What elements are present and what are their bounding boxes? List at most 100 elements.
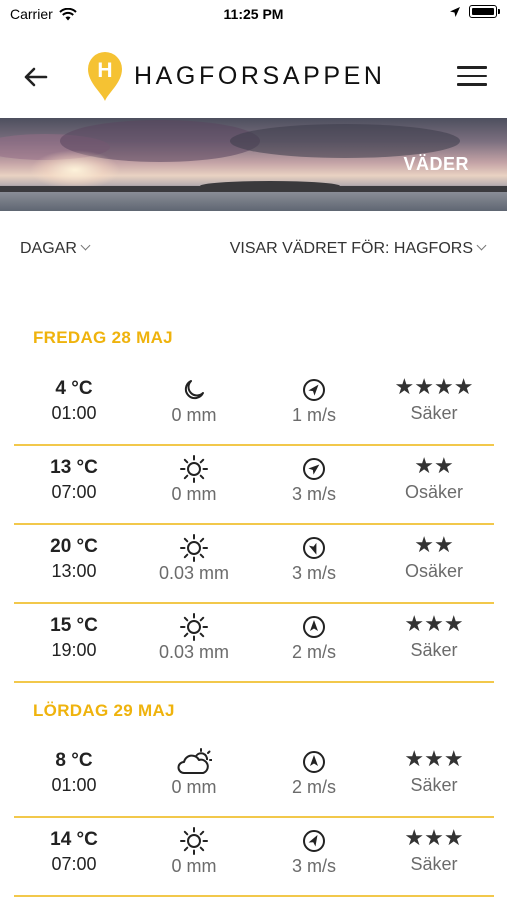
banner-sun [30, 150, 120, 190]
banner-title: VÄDER [403, 154, 469, 174]
back-button[interactable] [18, 60, 52, 94]
filter-bar: DAGAR VISAR VÄDRET FÖR: HAGFORS [0, 238, 507, 266]
app-logo[interactable]: H HAGFORSAPPEN [86, 50, 386, 102]
forecast-time: 01:00 [51, 403, 97, 423]
forecast-row[interactable]: 13 °C 07:00 0 mm 3 m/s ★★ Osäker [14, 447, 494, 525]
precipitation: 0.03 mm [158, 642, 230, 662]
precip-cell: 0 mm [144, 455, 244, 505]
precip-cell: 0 mm [144, 748, 244, 798]
reliability-stars: ★★★★ [394, 374, 474, 399]
sun-icon [144, 827, 244, 855]
wind-speed: 2 m/s [291, 642, 336, 662]
reliability-cell: ★★★ Säker [384, 825, 484, 875]
wind-direction-icon [269, 613, 359, 641]
wind-direction-icon [269, 376, 359, 404]
precipitation: 0 mm [171, 484, 217, 504]
wind-speed: 3 m/s [291, 484, 336, 504]
days-dropdown-label: DAGAR [20, 240, 77, 257]
forecast-row[interactable]: 20 °C 13:00 0.03 mm 3 m/s ★★ Osäker [14, 526, 494, 604]
wind-direction-icon [269, 455, 359, 483]
wind-speed: 3 m/s [291, 563, 336, 583]
reliability-label: Säker [410, 854, 458, 874]
precip-cell: 0 mm [144, 376, 244, 426]
temp-cell: 14 °C 07:00 [34, 827, 114, 875]
wind-speed: 1 m/s [291, 405, 336, 425]
forecast-time: 07:00 [51, 854, 97, 874]
chevron-down-icon [80, 240, 91, 251]
temp-cell: 4 °C 01:00 [34, 376, 114, 424]
menu-line [457, 66, 487, 69]
banner-water [0, 192, 507, 211]
sun-icon [144, 455, 244, 483]
reliability-label: Säker [410, 640, 458, 660]
battery-icon [469, 5, 500, 18]
temp-cell: 8 °C 01:00 [34, 748, 114, 796]
reliability-label: Säker [410, 775, 458, 795]
sun-icon [144, 613, 244, 641]
forecast-row[interactable]: 14 °C 07:00 0 mm 3 m/s ★★★ Säker [14, 819, 494, 897]
precip-cell: 0 mm [144, 827, 244, 877]
temp-cell: 15 °C 19:00 [34, 613, 114, 661]
precipitation: 0.03 mm [158, 563, 230, 583]
precipitation: 0 mm [171, 405, 217, 425]
days-dropdown[interactable]: DAGAR [20, 240, 91, 258]
temperature: 13 °C [50, 457, 98, 478]
forecast-time: 01:00 [51, 775, 97, 795]
forecast-time: 13:00 [51, 561, 97, 581]
banner-cloud [230, 124, 460, 158]
reliability-cell: ★★★ Säker [384, 611, 484, 661]
wind-cell: 2 m/s [269, 748, 359, 798]
weather-banner: VÄDER [0, 118, 507, 211]
top-nav: H HAGFORSAPPEN [0, 44, 507, 110]
temperature: 15 °C [50, 615, 98, 636]
location-dropdown-label: VISAR VÄDRET FÖR: HAGFORS [229, 240, 473, 257]
forecast-row[interactable]: 15 °C 19:00 0.03 mm 2 m/s ★★★ Säker [14, 605, 494, 683]
hamburger-menu-button[interactable] [457, 62, 487, 90]
location-dropdown[interactable]: VISAR VÄDRET FÖR: HAGFORS [229, 240, 487, 258]
menu-line [457, 83, 487, 86]
precip-cell: 0.03 mm [144, 613, 244, 663]
location-arrow-icon [450, 6, 460, 17]
app-title: HAGFORSAPPEN [134, 61, 386, 90]
wind-cell: 3 m/s [269, 827, 359, 877]
wind-direction-icon [269, 827, 359, 855]
precip-cell: 0.03 mm [144, 534, 244, 584]
chevron-down-icon [476, 240, 487, 251]
temperature: 20 °C [50, 536, 98, 557]
wind-speed: 3 m/s [291, 856, 336, 876]
cloud-icon [144, 748, 244, 776]
reliability-cell: ★★ Osäker [384, 532, 484, 582]
reliability-stars: ★★★ [404, 746, 464, 771]
reliability-stars: ★★ [414, 453, 454, 478]
sun-icon [144, 534, 244, 562]
banner-island [200, 181, 340, 191]
temp-cell: 13 °C 07:00 [34, 455, 114, 503]
temperature: 8 °C [55, 750, 93, 771]
forecast-time: 07:00 [51, 482, 97, 502]
back-arrow-icon [24, 67, 48, 87]
day-header: LÖRDAG 29 MAJ [33, 701, 175, 720]
status-right [449, 5, 500, 18]
temperature: 4 °C [55, 378, 93, 399]
reliability-label: Säker [410, 403, 458, 423]
reliability-stars: ★★★ [404, 611, 464, 636]
reliability-cell: ★★★ Säker [384, 746, 484, 796]
reliability-stars: ★★★ [404, 825, 464, 850]
temperature: 14 °C [50, 829, 98, 850]
temp-cell: 20 °C 13:00 [34, 534, 114, 582]
forecast-row[interactable]: 4 °C 01:00 0 mm 1 m/s ★★★★ Säker [14, 368, 494, 446]
precipitation: 0 mm [171, 856, 217, 876]
forecast-row[interactable]: 8 °C 01:00 0 mm 2 m/s ★★★ Säker [14, 740, 494, 818]
wind-speed: 2 m/s [291, 777, 336, 797]
forecast-time: 19:00 [51, 640, 97, 660]
wind-cell: 2 m/s [269, 613, 359, 663]
menu-line [457, 74, 487, 77]
moon-icon [144, 376, 244, 404]
reliability-cell: ★★ Osäker [384, 453, 484, 503]
wind-direction-icon [269, 534, 359, 562]
wind-direction-icon [269, 748, 359, 776]
status-time: 11:25 PM [223, 6, 284, 22]
reliability-stars: ★★ [414, 532, 454, 557]
reliability-label: Osäker [404, 561, 464, 581]
status-bar: Carrier 11:25 PM [0, 0, 507, 30]
